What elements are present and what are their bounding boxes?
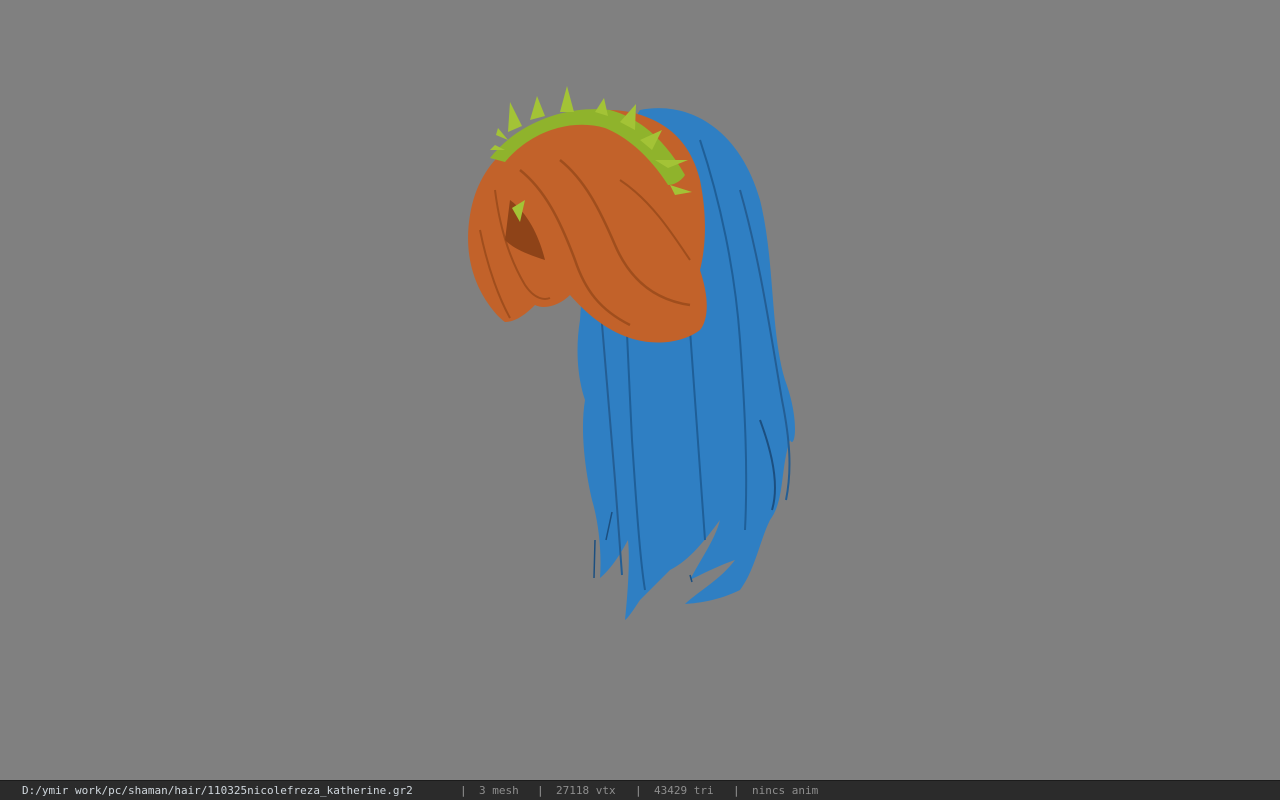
animation-status: nincs anim: [752, 784, 819, 797]
3d-viewport[interactable]: [0, 0, 1280, 780]
status-separator: |: [733, 784, 740, 797]
status-separator: |: [537, 784, 544, 797]
mesh-count: 3 mesh: [479, 784, 519, 797]
triangle-count: 43429 tri: [654, 784, 714, 797]
model-render: [468, 86, 795, 620]
status-bar: D:/ymir work/pc/shaman/hair/110325nicole…: [0, 780, 1280, 800]
status-separator: |: [635, 784, 642, 797]
status-separator: |: [460, 784, 467, 797]
file-path: D:/ymir work/pc/shaman/hair/110325nicole…: [22, 784, 413, 797]
vertex-count: 27118 vtx: [556, 784, 616, 797]
